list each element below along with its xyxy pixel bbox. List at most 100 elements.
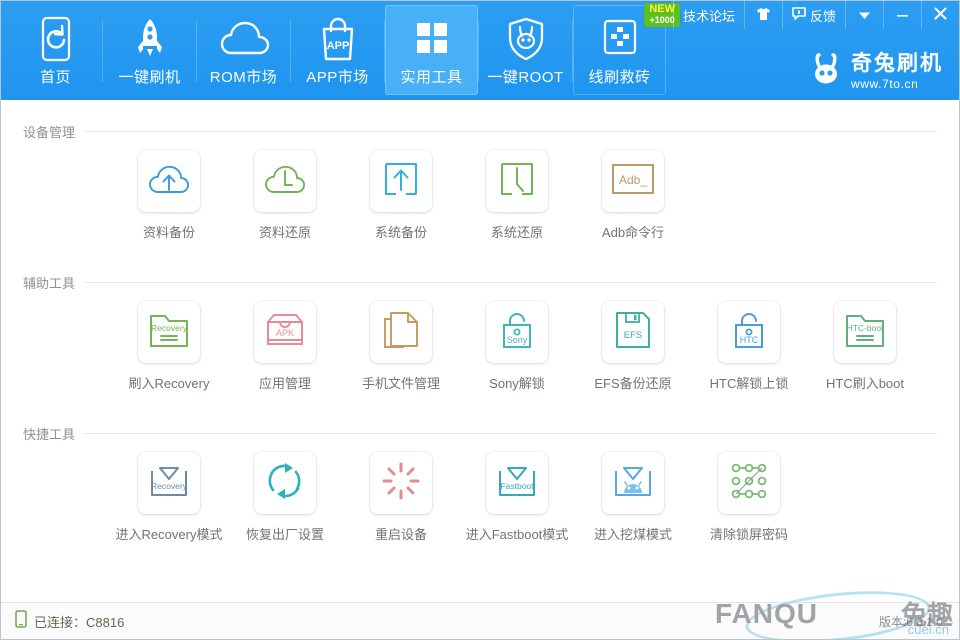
app-bag-icon: APP <box>316 13 360 65</box>
tile-label: 进入Fastboot模式 <box>466 524 569 543</box>
tile-icon-box <box>138 150 200 212</box>
tile-icon-box: Recovery <box>138 452 200 514</box>
phone-connected-icon <box>15 610 27 633</box>
nav-label: 实用工具 <box>400 66 462 87</box>
nav-item-one-key-root[interactable]: 一键ROOT <box>479 5 572 95</box>
tool-phone-file-manager[interactable]: 手机文件管理 <box>343 301 459 392</box>
brand-name: 奇兔刷机 <box>851 53 943 74</box>
nav-item-home[interactable]: 首页 <box>9 5 102 95</box>
tool-data-backup[interactable]: 资料备份 <box>111 150 227 241</box>
reboot-spinner-icon <box>381 461 421 506</box>
tile-label: 恢复出厂设置 <box>246 524 324 543</box>
section-title: 辅助工具 <box>23 273 85 292</box>
nav-label: APP市场 <box>306 66 369 87</box>
section-device-management: 设备管理 资料备份 <box>1 120 959 241</box>
section-title: 设备管理 <box>23 122 85 141</box>
feedback-button[interactable]: 反馈 <box>782 1 845 29</box>
svg-text:HTC-boot: HTC-boot <box>847 323 884 333</box>
nav-label: 首页 <box>40 66 71 87</box>
svg-text:HTC: HTC <box>740 335 759 345</box>
tile-grid: Recovery 进入Recovery模式 <box>1 452 959 543</box>
tool-sony-unlock[interactable]: Sony Sony解锁 <box>459 301 575 392</box>
close-button[interactable] <box>921 1 959 29</box>
nav-item-utility-tools[interactable]: 实用工具 <box>385 5 478 95</box>
tool-enter-recovery-mode[interactable]: Recovery 进入Recovery模式 <box>111 452 227 543</box>
tile-label: HTC刷入boot <box>826 373 904 392</box>
tile-icon-box <box>718 452 780 514</box>
section-divider <box>85 433 937 434</box>
tool-factory-reset[interactable]: 恢复出厂设置 <box>227 452 343 543</box>
tshirt-icon <box>756 7 771 24</box>
nav-item-rom-market[interactable]: ROM市场 <box>197 5 290 95</box>
refresh-phone-icon <box>36 13 76 65</box>
more-options-button[interactable] <box>845 1 883 29</box>
tool-enter-fastboot-mode[interactable]: Fastboot 进入Fastboot模式 <box>459 452 575 543</box>
brand-logo: 奇兔刷机 www.7to.cn <box>809 52 943 91</box>
nav-label: 一键刷机 <box>118 66 180 87</box>
tshirt-button[interactable] <box>744 1 782 29</box>
tool-reboot-device[interactable]: 重启设备 <box>343 452 459 543</box>
tool-flash-recovery[interactable]: Recovery 刷入Recovery <box>111 301 227 392</box>
tile-icon-box: EFS <box>602 301 664 363</box>
badge-new-label: NEW <box>649 4 675 16</box>
nav-item-app-market[interactable]: APP APP市场 <box>291 5 384 95</box>
folder-htc-boot-icon: HTC-boot <box>844 311 886 354</box>
tile-label: HTC解锁上锁 <box>710 373 789 392</box>
cloud-clock-icon <box>262 159 308 204</box>
nav-item-wire-flash-rescue[interactable]: NEW +1000 线刷救砖 <box>573 5 666 95</box>
box-clock-icon <box>497 159 537 204</box>
tool-data-restore[interactable]: 资料还原 <box>227 150 343 241</box>
tool-htc-unlock-lock[interactable]: HTC HTC解锁上锁 <box>691 301 807 392</box>
svg-text:Fastboot: Fastboot <box>500 481 534 491</box>
nav-item-one-key-flash[interactable]: 一键刷机 <box>103 5 196 95</box>
minimize-button[interactable] <box>883 1 921 29</box>
tile-icon-box: APK <box>254 301 316 363</box>
tile-label: EFS备份还原 <box>594 373 671 392</box>
tool-system-restore[interactable]: 系统还原 <box>459 150 575 241</box>
tool-htc-flash-boot[interactable]: HTC-boot HTC刷入boot <box>807 301 923 392</box>
rabbit-logo-icon <box>809 52 843 91</box>
tile-icon-box <box>370 301 432 363</box>
cloud-upload-icon <box>146 159 192 204</box>
tile-icon-box: HTC <box>718 301 780 363</box>
feedback-label: 反馈 <box>810 6 836 25</box>
section-header: 辅助工具 <box>1 271 959 293</box>
tile-label: 清除锁屏密码 <box>710 524 788 543</box>
header: 首页 一键刷机 <box>1 1 959 100</box>
tool-clear-lockscreen-password[interactable]: 清除锁屏密码 <box>691 452 807 543</box>
adb-console-icon: Adb_ <box>611 163 655 200</box>
tile-label: 应用管理 <box>259 373 311 392</box>
tile-icon-box: HTC-boot <box>834 301 896 363</box>
status-bar: 已连接：C8816 版本:6.8.1.0 <box>1 602 959 639</box>
floppy-efs-icon: EFS <box>613 310 653 355</box>
chevron-down-icon <box>858 7 871 24</box>
tile-grid: Recovery 刷入Recovery <box>1 301 959 392</box>
nav-label: 一键ROOT <box>487 66 563 87</box>
speech-bubble-icon <box>792 7 806 23</box>
tile-label: 进入Recovery模式 <box>116 524 223 543</box>
tech-forum-link[interactable]: 技术论坛 <box>673 1 744 29</box>
box-up-arrow-icon <box>381 159 421 204</box>
tile-label: 刷入Recovery <box>129 373 210 392</box>
app-window: 首页 一键刷机 <box>0 0 960 640</box>
tool-enter-download-mode[interactable]: 进入挖煤模式 <box>575 452 691 543</box>
close-icon <box>934 7 947 24</box>
section-divider <box>85 282 937 283</box>
tech-forum-label: 技术论坛 <box>683 6 735 25</box>
tile-icon-box: Recovery <box>138 301 200 363</box>
section-auxiliary-tools: 辅助工具 Recovery 刷入Recovery <box>1 271 959 392</box>
tool-adb-console[interactable]: Adb_ Adb命令行 <box>575 150 691 241</box>
content-area: 设备管理 资料备份 <box>1 100 959 602</box>
tile-label: Adb命令行 <box>602 222 664 241</box>
tile-icon-box <box>486 150 548 212</box>
tile-icon-box: Fastboot <box>486 452 548 514</box>
svg-text:Sony: Sony <box>507 335 528 345</box>
version-label: 版本:6.8.1.0 <box>879 613 959 630</box>
connection-label: 已连接：C8816 <box>34 612 124 631</box>
svg-text:APP: APP <box>326 40 349 52</box>
tool-system-backup[interactable]: 系统备份 <box>343 150 459 241</box>
tool-efs-backup-restore[interactable]: EFS EFS备份还原 <box>575 301 691 392</box>
tool-app-management[interactable]: APK 应用管理 <box>227 301 343 392</box>
tile-icon-box <box>370 452 432 514</box>
section-header: 设备管理 <box>1 120 959 142</box>
